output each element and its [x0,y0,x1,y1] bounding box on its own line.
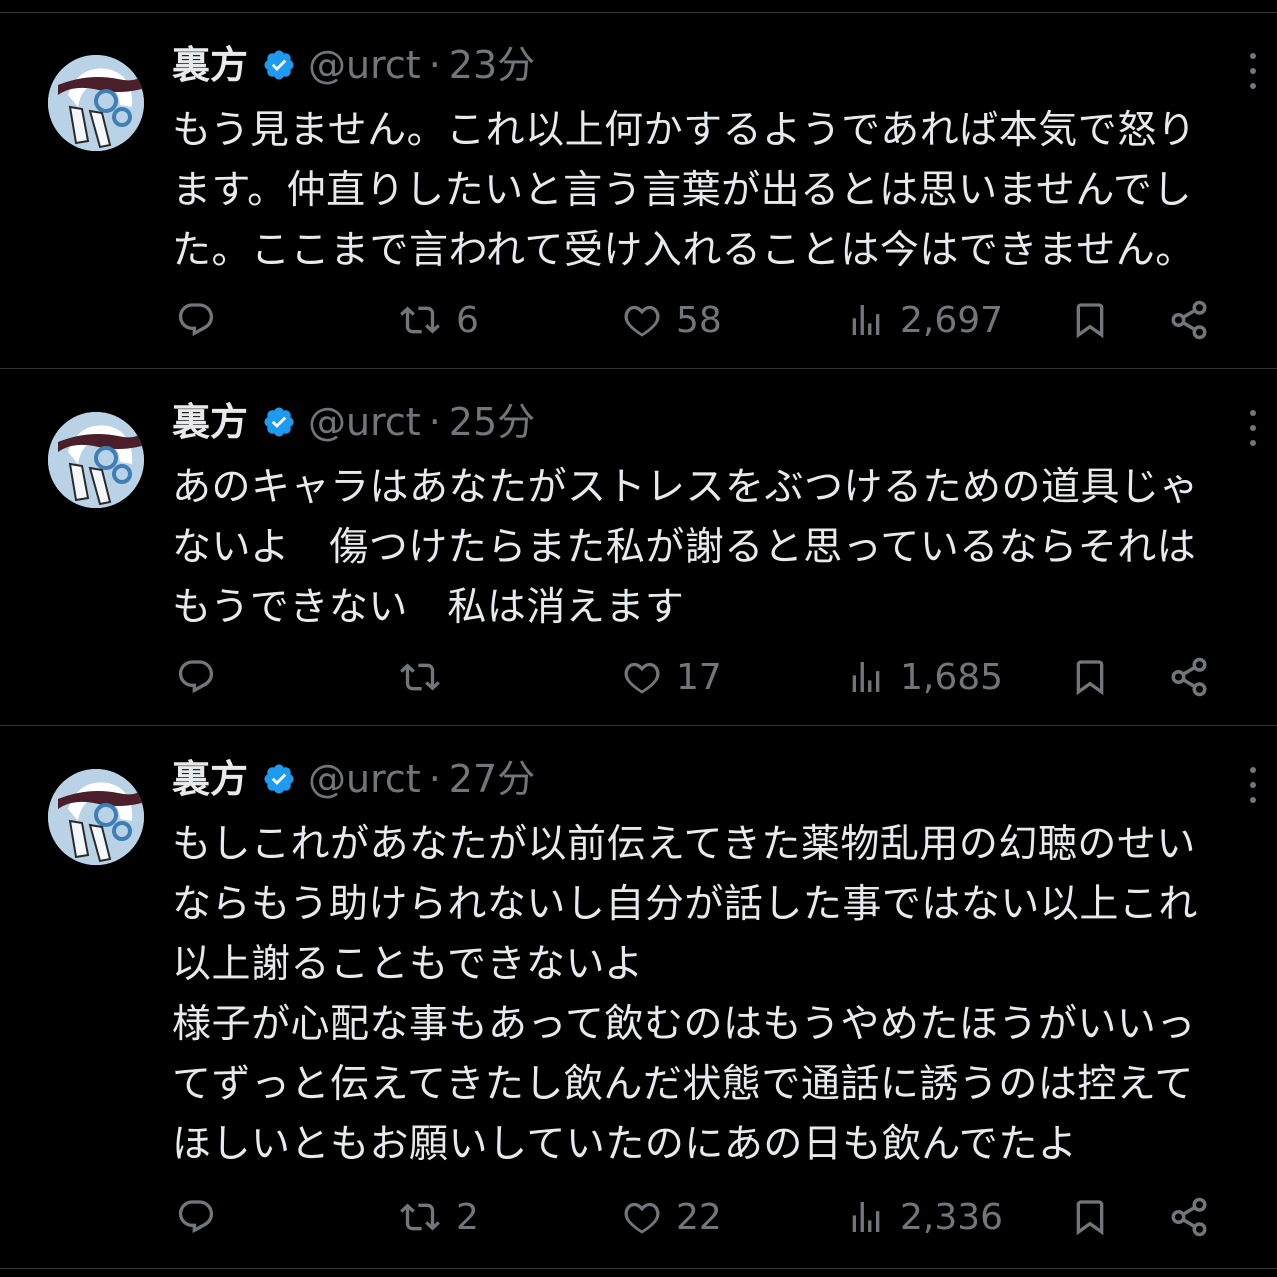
share-button[interactable] [1168,1187,1210,1247]
views-icon [852,662,880,692]
display-name[interactable]: 裏方 [172,392,248,452]
tweet-divider [0,725,1277,726]
share-icon [1171,657,1207,697]
handle[interactable]: @urct [308,392,421,452]
retweet-button[interactable]: 2 [398,1187,479,1247]
like-button[interactable]: 17 [622,647,722,707]
tweet-header: 裏方 @urct · 27分 [172,749,535,809]
reply-icon [178,1200,214,1234]
reply-icon [178,303,214,337]
verified-badge-icon [262,48,296,82]
retweet-count: 2 [456,1196,479,1238]
tweet-text-line: あのキャラはあなたがストレスをぶつけるための道具じゃ [172,465,1200,510]
retweet-count: 6 [456,299,479,341]
retweet-button[interactable]: 6 [398,290,479,350]
tweet-text-line: ほしいともお願いしていたのにあの日も飲んでたよ [172,1122,1078,1167]
bookmark-button[interactable] [1070,1187,1110,1247]
views-count: 2,336 [900,1196,1004,1238]
reply-icon [178,660,214,694]
separator: · [428,757,441,801]
tweet-text: もう見ません。これ以上何かするようであれば本気で怒り ます。仲直りしたいと言う言… [172,101,1252,281]
bookmark-icon [1076,660,1104,696]
like-icon [624,1202,660,1234]
tweet-text-line: た。ここまで言われて受け入れることは今はできません。 [172,228,1195,273]
views-button[interactable]: 1,685 [846,647,1003,707]
avatar[interactable] [48,769,144,865]
tweet-header: 裏方 @urct · 23分 [172,35,535,95]
like-count: 22 [676,1196,722,1238]
views-icon [852,1202,880,1232]
retweet-icon [400,306,440,334]
tweet-text-line: 様子が心配な事もあって飲むのはもうやめたほうがいいっ [172,1002,1196,1047]
verified-badge-icon [262,762,296,796]
like-icon [624,305,660,337]
tweet-text-line: ならもう助けられないし自分が話した事ではない以上これ [172,882,1198,927]
tweet-text: あのキャラはあなたがストレスをぶつけるための道具じゃ ないよ 傷つけたらまた私が… [172,458,1252,638]
avatar[interactable] [48,412,144,508]
tweet-text-line: もしこれがあなたが以前伝えてきた薬物乱用の幻聴のせい [172,822,1196,867]
like-button[interactable]: 22 [622,1187,722,1247]
timestamp[interactable]: 23分 [449,35,535,95]
retweet-icon [400,1203,440,1231]
tweet-divider [0,368,1277,369]
retweet-icon [400,663,440,691]
views-count: 2,697 [900,299,1004,341]
tweet-text-line: ないよ 傷つけたらまた私が謝ると思っているならそれは [172,525,1197,570]
display-name[interactable]: 裏方 [172,749,248,809]
views-button[interactable]: 2,697 [846,290,1003,350]
share-button[interactable] [1168,290,1210,350]
tweet-text-line: もう見ません。これ以上何かするようであれば本気で怒り [172,108,1197,153]
tweet[interactable]: 裏方 @urct · 25分 あのキャラはあなたがストレスをぶつけるための道具じ… [0,370,1277,725]
share-icon [1171,1197,1207,1237]
tweet-text-line: もうできない 私は消えます [172,585,685,630]
separator: · [428,400,441,444]
more-icon[interactable] [1241,767,1265,803]
views-count: 1,685 [900,656,1004,698]
more-icon[interactable] [1241,53,1265,89]
reply-button[interactable] [176,647,216,707]
timestamp[interactable]: 27分 [449,749,535,809]
tweet-header: 裏方 @urct · 25分 [172,392,535,452]
share-button[interactable] [1168,647,1210,707]
views-icon [852,305,880,335]
handle[interactable]: @urct [308,749,421,809]
tweet-text: もしこれがあなたが以前伝えてきた薬物乱用の幻聴のせい ならもう助けられないし自分… [172,815,1252,1175]
reply-button[interactable] [176,1187,216,1247]
like-icon [624,662,660,694]
bottom-divider [0,1268,1277,1269]
like-count: 17 [676,656,722,698]
like-button[interactable]: 58 [622,290,722,350]
more-icon[interactable] [1241,410,1265,446]
share-icon [1171,300,1207,340]
tweet-text-line: 以上謝ることもできないよ [172,942,644,987]
handle[interactable]: @urct [308,35,421,95]
tweet[interactable]: 裏方 @urct · 23分 もう見ません。これ以上何かするようであれば本気で怒… [0,13,1277,368]
tweet-text-line: ます。仲直りしたいと言う言葉が出るとは思いませんでし [172,168,1192,213]
verified-badge-icon [262,405,296,439]
retweet-button[interactable] [398,647,456,707]
bookmark-icon [1076,1200,1104,1236]
avatar[interactable] [48,55,144,151]
tweet[interactable]: 裏方 @urct · 27分 もしこれがあなたが以前伝えてきた薬物乱用の幻聴のせ… [0,727,1277,1267]
timestamp[interactable]: 25分 [449,392,535,452]
bookmark-button[interactable] [1070,290,1110,350]
tweet-text-line: てずっと伝えてきたし飲んだ状態で通話に誘うのは控えて [172,1062,1194,1107]
action-bar: 6 58 2,697 [0,290,1277,350]
display-name[interactable]: 裏方 [172,35,248,95]
reply-button[interactable] [176,290,216,350]
views-button[interactable]: 2,336 [846,1187,1003,1247]
separator: · [428,43,441,87]
action-bar: 2 22 2,336 [0,1187,1277,1247]
bookmark-icon [1076,303,1104,339]
bookmark-button[interactable] [1070,647,1110,707]
action-bar: 17 1,685 [0,647,1277,707]
like-count: 58 [676,299,722,341]
